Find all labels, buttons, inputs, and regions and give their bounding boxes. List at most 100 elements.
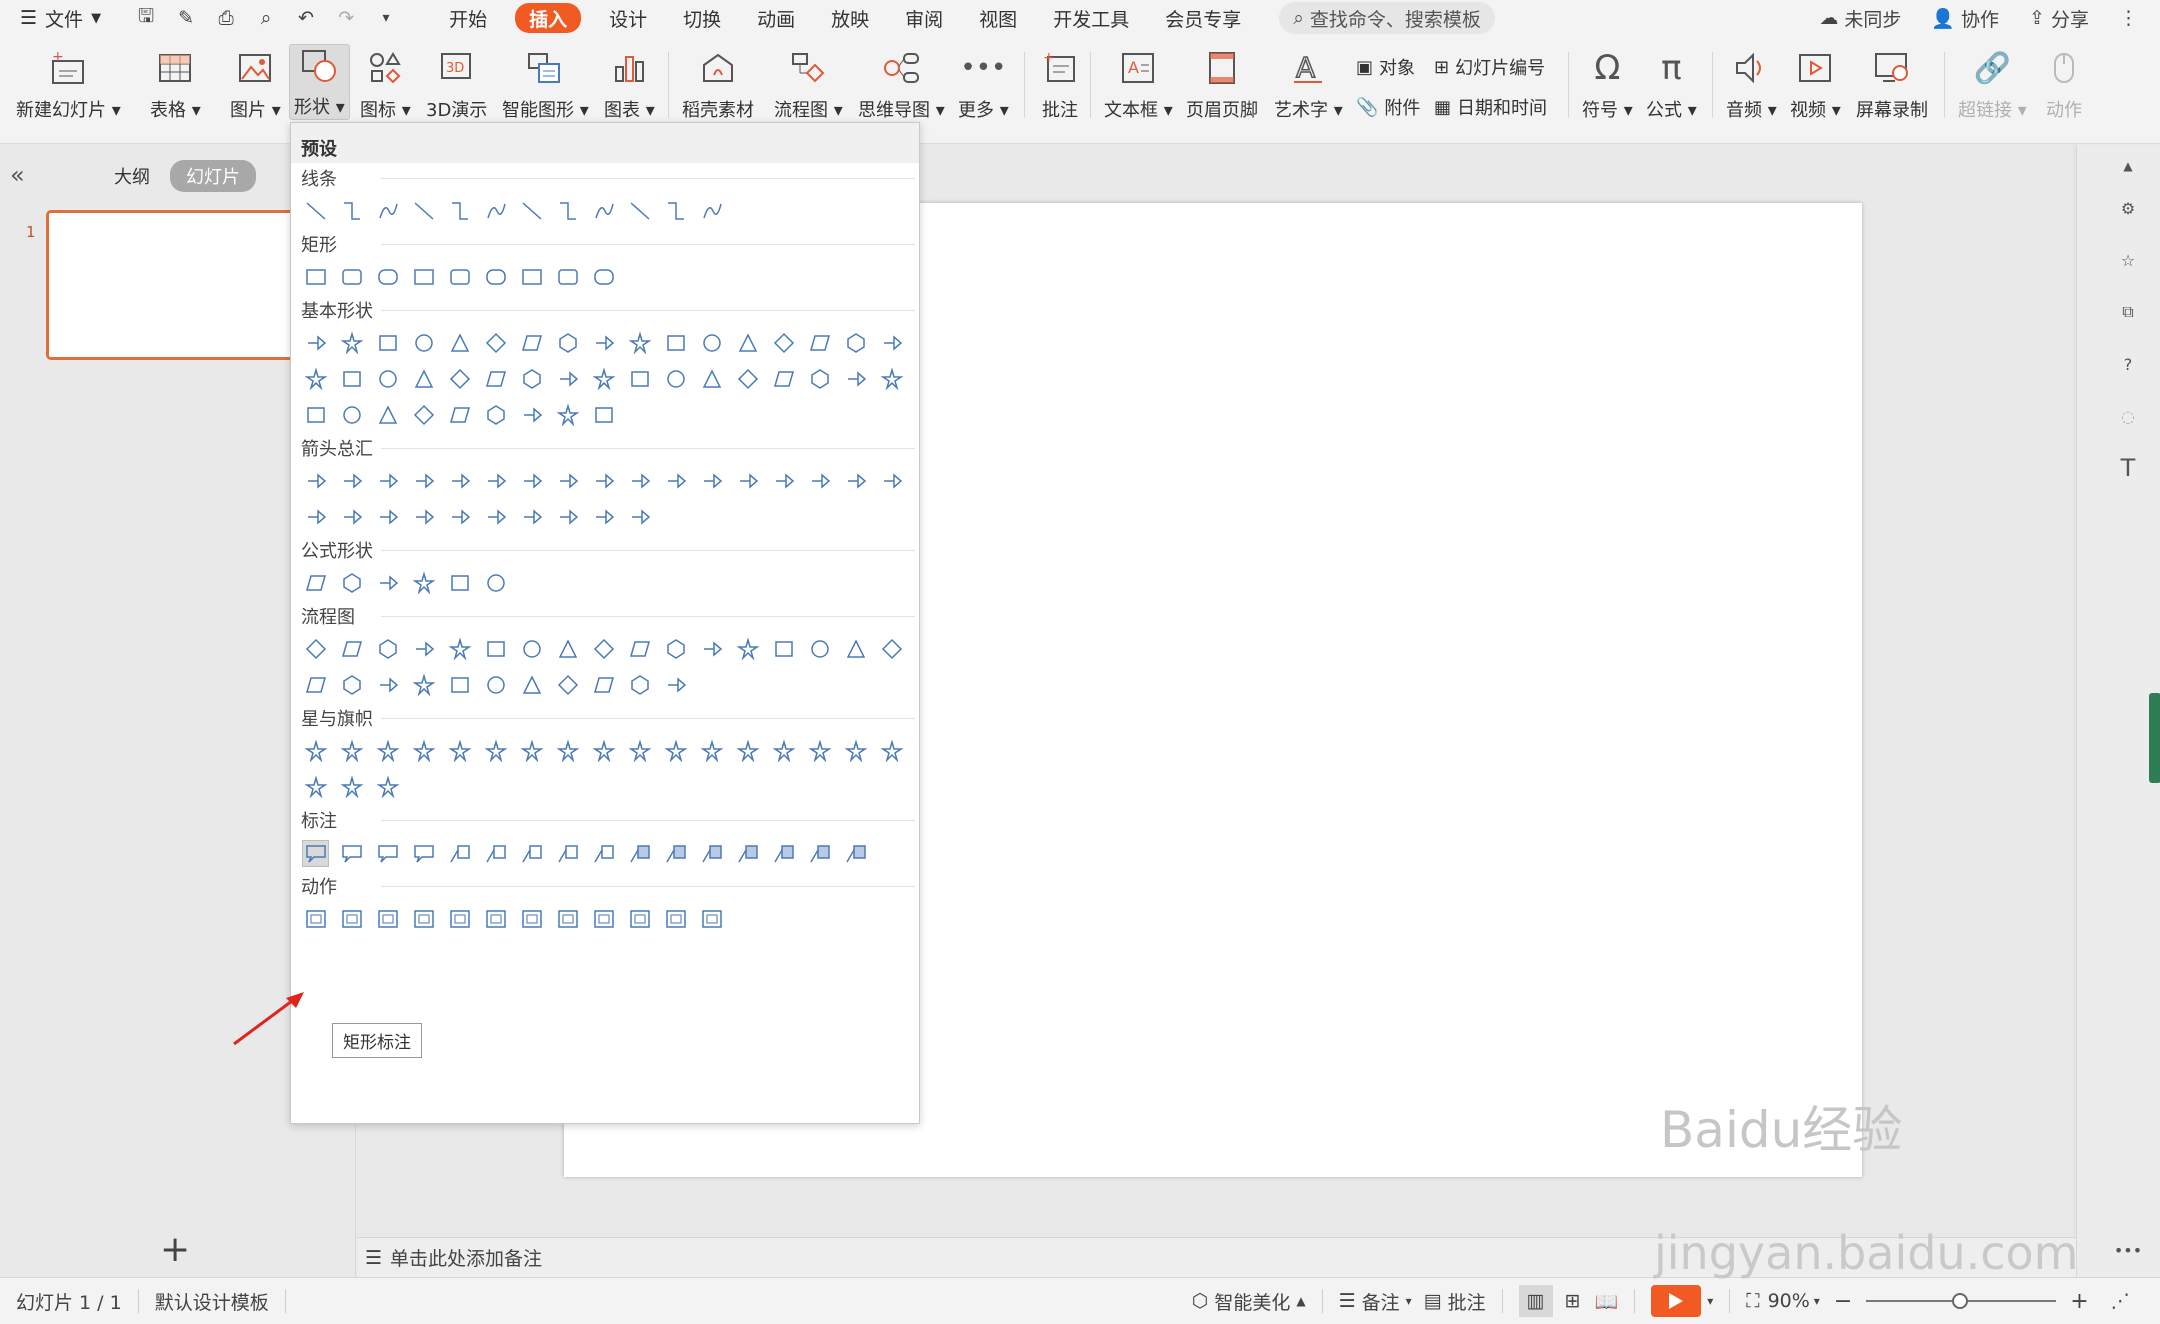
shape-item[interactable]	[663, 907, 688, 932]
smart-beautify-button[interactable]: ⬡ 智能美化 ▲	[1192, 1288, 1306, 1315]
daoke-button[interactable]: 稻壳素材	[682, 46, 754, 122]
tab-outline[interactable]: 大纲	[114, 163, 150, 189]
tab-design[interactable]: 设计	[591, 3, 665, 33]
shape-item[interactable]	[303, 199, 328, 224]
save-icon[interactable]: 🖫	[131, 3, 161, 33]
shape-item[interactable]	[663, 739, 688, 764]
undo-icon[interactable]: ↶	[291, 3, 321, 33]
shape-item[interactable]	[843, 367, 868, 392]
shape-item[interactable]	[591, 331, 616, 356]
shape-item[interactable]	[411, 367, 436, 392]
shape-item[interactable]	[483, 331, 508, 356]
shape-item[interactable]	[303, 571, 328, 596]
shape-item[interactable]	[807, 637, 832, 662]
shape-item[interactable]	[483, 469, 508, 494]
tab-slides[interactable]: 幻灯片	[170, 160, 256, 192]
redo-icon[interactable]: ↷	[331, 3, 361, 33]
shape-item[interactable]	[879, 469, 904, 494]
shape-item[interactable]	[699, 199, 724, 224]
shape-item[interactable]	[735, 841, 760, 866]
comment-button[interactable]: + 批注	[1038, 46, 1082, 122]
shape-item[interactable]	[339, 469, 364, 494]
shape-item[interactable]	[879, 739, 904, 764]
collapse-pane-icon[interactable]: «	[10, 161, 25, 189]
shape-item[interactable]	[519, 637, 544, 662]
shape-item[interactable]	[411, 841, 436, 866]
shape-item[interactable]	[519, 907, 544, 932]
share-button[interactable]: ⇪ 分享	[2029, 5, 2089, 32]
shape-item[interactable]	[591, 199, 616, 224]
datetime-button[interactable]: ▦ 日期和时间	[1434, 94, 1547, 120]
more-options-icon[interactable]: ⋮	[2119, 7, 2138, 29]
action-button[interactable]: 动作	[2042, 46, 2086, 122]
shape-item[interactable]	[339, 739, 364, 764]
collab-button[interactable]: 👤 协作	[1931, 5, 1999, 32]
shape-item[interactable]	[555, 403, 580, 428]
shape-item[interactable]	[447, 199, 472, 224]
shape-item[interactable]	[447, 469, 472, 494]
tab-developer[interactable]: 开发工具	[1035, 3, 1147, 33]
zoom-dropdown-icon[interactable]: ▾	[1814, 1294, 1820, 1308]
shape-item[interactable]	[339, 367, 364, 392]
shape-item[interactable]	[447, 265, 472, 290]
shape-item[interactable]	[735, 367, 760, 392]
shape-item[interactable]	[843, 469, 868, 494]
shape-item[interactable]	[843, 331, 868, 356]
icon-button[interactable]: 图标 ▾	[360, 46, 411, 122]
sync-button[interactable]: ☁ 未同步	[1819, 5, 1901, 32]
shape-item[interactable]	[303, 673, 328, 698]
shape-item[interactable]	[303, 265, 328, 290]
grid-view-icon[interactable]: ⊞	[1565, 1290, 1581, 1312]
shape-item[interactable]	[375, 637, 400, 662]
shape-item[interactable]	[555, 841, 580, 866]
smartart-button[interactable]: 智能图形 ▾	[502, 46, 589, 122]
shape-item[interactable]	[483, 367, 508, 392]
shape-item[interactable]	[807, 331, 832, 356]
shape-item[interactable]	[303, 469, 328, 494]
shape-item[interactable]	[375, 775, 400, 800]
shape-item[interactable]	[627, 841, 652, 866]
audio-button[interactable]: 音频 ▾	[1726, 46, 1777, 122]
shape-item[interactable]	[699, 367, 724, 392]
tab-transition[interactable]: 切换	[665, 3, 739, 33]
shape-item[interactable]	[879, 637, 904, 662]
shape-item[interactable]	[519, 331, 544, 356]
shape-item[interactable]	[555, 637, 580, 662]
notes-toggle-button[interactable]: ☰ 备注 ▾	[1339, 1288, 1412, 1315]
format-painter-icon[interactable]: ✎	[171, 3, 201, 33]
tab-view[interactable]: 视图	[961, 3, 1035, 33]
shape-item[interactable]	[555, 505, 580, 530]
shape-item[interactable]	[663, 469, 688, 494]
shape-item[interactable]	[519, 739, 544, 764]
shape-item[interactable]	[663, 199, 688, 224]
shape-item[interactable]	[447, 367, 472, 392]
shape-item[interactable]	[519, 367, 544, 392]
screen-record-button[interactable]: 屏幕录制	[1856, 46, 1928, 122]
shape-item[interactable]	[447, 673, 472, 698]
shape-item[interactable]	[843, 841, 868, 866]
more-button[interactable]: ••• 更多 ▾	[958, 46, 1009, 122]
shape-item[interactable]	[483, 907, 508, 932]
shape-item[interactable]	[627, 199, 652, 224]
shape-item[interactable]	[627, 907, 652, 932]
shape-item[interactable]	[339, 775, 364, 800]
shape-item[interactable]	[591, 739, 616, 764]
shape-item[interactable]	[555, 739, 580, 764]
play-options-icon[interactable]: ▾	[1707, 1294, 1713, 1308]
shape-item[interactable]	[375, 739, 400, 764]
shape-item[interactable]	[483, 265, 508, 290]
mindmap-button[interactable]: 思维导图 ▾	[858, 46, 945, 122]
textbox-button[interactable]: A 文本框 ▾	[1104, 46, 1173, 122]
shape-item[interactable]	[807, 469, 832, 494]
shape-item[interactable]	[519, 841, 544, 866]
shape-item[interactable]	[375, 505, 400, 530]
file-menu[interactable]: ☰ 文件 ▼	[20, 0, 101, 36]
shape-item[interactable]	[339, 637, 364, 662]
header-footer-button[interactable]: 页眉页脚	[1186, 46, 1258, 122]
shape-item[interactable]	[375, 367, 400, 392]
wordart-button[interactable]: A 艺术字 ▾	[1274, 46, 1343, 122]
video-button[interactable]: 视频 ▾	[1790, 46, 1841, 122]
shape-item[interactable]	[519, 469, 544, 494]
shape-item[interactable]	[375, 469, 400, 494]
tab-animation[interactable]: 动画	[739, 3, 813, 33]
